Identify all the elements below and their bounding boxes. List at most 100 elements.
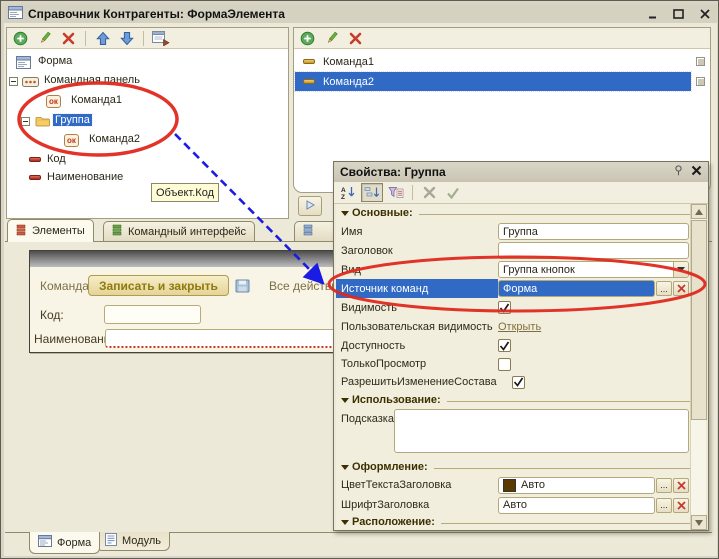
title-bar[interactable]: Справочник Контрагенты: ФормаЭлемента — [4, 4, 717, 23]
code-field-label: Код: — [40, 308, 64, 322]
window-title: Справочник Контрагенты: ФормаЭлемента — [28, 7, 285, 21]
ok-button-icon: ок — [64, 134, 79, 147]
readonly-checkbox[interactable] — [498, 358, 511, 371]
field-icon — [29, 175, 41, 180]
property-row-kind[interactable]: Вид Группа кнопок — [336, 260, 692, 279]
form-settings-icon[interactable] — [150, 29, 171, 48]
command-label: Команда1 — [323, 56, 374, 68]
tooltip-textarea[interactable] — [394, 409, 689, 453]
ellipsis-button[interactable]: ... — [656, 478, 672, 493]
command-label: Команда2 — [323, 76, 374, 88]
properties-title: Свойства: Группа — [340, 165, 446, 179]
section-header[interactable]: Расположение: — [336, 515, 692, 529]
save-icon[interactable] — [231, 277, 253, 295]
name-field[interactable] — [105, 329, 336, 348]
command-checkbox[interactable] — [696, 57, 705, 66]
property-row-readonly[interactable]: ТолькоПросмотр — [336, 355, 692, 373]
properties-title-bar[interactable]: Свойства: Группа — [334, 162, 708, 182]
green-stack-icon — [112, 224, 123, 239]
property-row-title-font[interactable]: ШрифтЗаголовка Авто ... — [336, 495, 692, 515]
ellipsis-button[interactable]: ... — [656, 281, 672, 296]
filter-icon[interactable] — [385, 183, 407, 202]
property-row-visibility[interactable]: Видимость — [336, 298, 692, 317]
apply-icon[interactable] — [442, 183, 464, 202]
section-header[interactable]: Основные: — [336, 204, 692, 222]
maximize-button[interactable] — [670, 6, 687, 21]
clear-icon[interactable] — [673, 281, 689, 296]
ellipsis-button[interactable]: ... — [656, 498, 672, 513]
open-link[interactable]: Открыть — [498, 321, 541, 333]
pin-icon[interactable] — [674, 165, 683, 179]
categories-icon[interactable] — [361, 183, 383, 202]
section-label: Оформление: — [352, 461, 428, 473]
delete-icon[interactable] — [58, 29, 79, 48]
collapse-icon[interactable] — [9, 77, 18, 89]
add-icon[interactable] — [297, 29, 318, 48]
save-close-button[interactable]: Записать и закрыть — [88, 275, 229, 296]
tab-elements[interactable]: Элементы — [7, 219, 94, 242]
property-row-enabled[interactable]: Доступность — [336, 336, 692, 355]
allow-change-checkbox[interactable] — [512, 376, 525, 389]
tab-command-interface[interactable]: Командный интерфейс — [103, 221, 255, 241]
cancel-icon[interactable] — [418, 183, 440, 202]
add-icon[interactable] — [10, 29, 31, 48]
scroll-down-icon[interactable] — [691, 515, 707, 530]
section-label: Расположение: — [352, 516, 435, 528]
edit-icon[interactable] — [34, 29, 55, 48]
property-row-title-color[interactable]: ЦветТекстаЗаголовка Авто ... — [336, 475, 692, 495]
form-icon — [38, 535, 52, 550]
clear-icon[interactable] — [673, 478, 689, 493]
properties-window: Свойства: Группа AZ Основные: Имя Группа — [333, 161, 709, 531]
tab-label: Модуль — [122, 535, 161, 547]
section-header[interactable]: Использование: — [336, 391, 692, 409]
property-row-title[interactable]: Заголовок — [336, 241, 692, 260]
command-list-item[interactable]: Команда1 — [295, 52, 691, 71]
preview-button[interactable] — [298, 196, 322, 216]
kind-select[interactable]: Группа кнопок — [498, 261, 689, 278]
title-input[interactable] — [498, 242, 689, 259]
clear-icon[interactable] — [673, 498, 689, 513]
command-checkbox[interactable] — [696, 77, 705, 86]
svg-text:Z: Z — [341, 194, 345, 200]
title-font-input[interactable]: Авто — [498, 497, 655, 514]
tree-item-label: Код — [47, 153, 66, 165]
property-row-user-visibility[interactable]: Пользовательская видимость Открыть — [336, 317, 692, 336]
collapse-icon[interactable] — [21, 117, 30, 129]
edit-icon[interactable] — [321, 29, 342, 48]
command-source-input[interactable]: Форма — [498, 280, 655, 297]
code-field[interactable] — [104, 305, 201, 324]
red-stack-icon — [16, 224, 27, 239]
elements-toolbar — [7, 28, 288, 49]
visibility-checkbox[interactable] — [498, 301, 511, 314]
minimize-button[interactable] — [644, 6, 661, 21]
move-down-icon[interactable] — [116, 29, 137, 48]
folder-icon — [35, 115, 50, 130]
scroll-up-icon[interactable] — [691, 204, 707, 219]
close-icon[interactable] — [691, 165, 702, 179]
form-preview-header — [30, 251, 336, 267]
bottom-tab-module[interactable]: Модуль — [96, 532, 170, 551]
scrollbar-thumb[interactable] — [691, 220, 707, 420]
properties-scrollbar[interactable] — [690, 204, 706, 530]
close-button[interactable] — [696, 6, 713, 21]
app-window: Справочник Контрагенты: ФормаЭлемента Фо… — [0, 0, 719, 559]
commands-toolbar — [294, 28, 710, 49]
property-row-command-source[interactable]: Источник команд Форма ... — [336, 279, 692, 298]
bottom-tab-form[interactable]: Форма — [29, 532, 100, 554]
enabled-checkbox[interactable] — [498, 339, 511, 352]
title-color-input[interactable]: Авто — [498, 477, 655, 494]
move-up-icon[interactable] — [92, 29, 113, 48]
sort-az-icon[interactable]: AZ — [337, 183, 359, 202]
chevron-down-icon[interactable] — [673, 262, 688, 277]
field-icon — [29, 157, 41, 162]
name-input[interactable]: Группа — [498, 223, 689, 240]
section-label: Использование: — [352, 394, 441, 406]
property-row-allow-change[interactable]: РазрешитьИзменениеСостава — [336, 373, 692, 391]
delete-icon[interactable] — [345, 29, 366, 48]
command-list-item[interactable]: Команда2 — [295, 72, 691, 91]
property-row-name[interactable]: Имя Группа — [336, 222, 692, 241]
section-header[interactable]: Оформление: — [336, 459, 692, 475]
property-row-tooltip[interactable]: Подсказка — [336, 409, 692, 459]
tab-label: Командный интерфейс — [128, 226, 246, 238]
tree-item-label: Команда1 — [71, 94, 122, 106]
